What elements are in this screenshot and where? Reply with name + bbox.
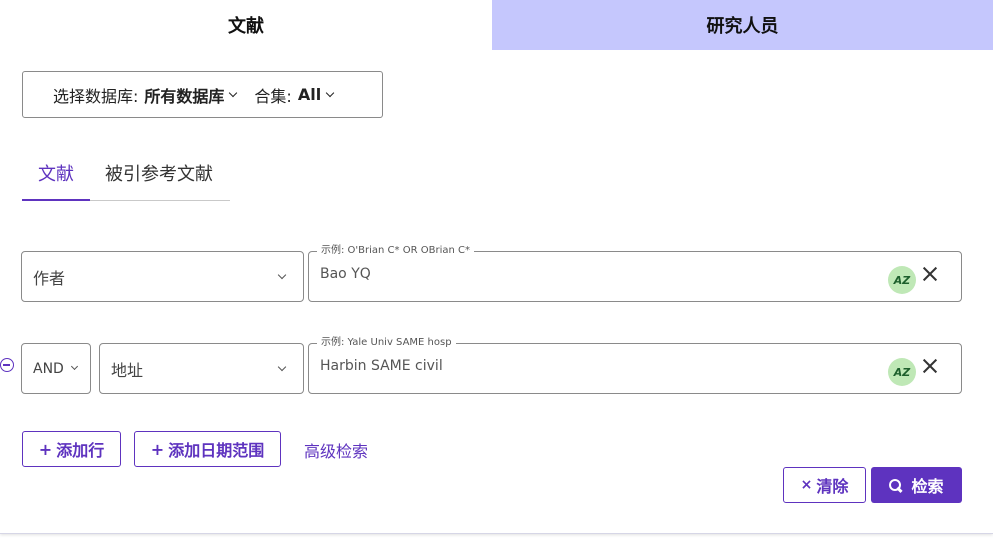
search-label: 检索 bbox=[911, 477, 944, 496]
database-dropdown[interactable]: 选择数据库: 所有数据库 bbox=[53, 83, 238, 107]
plus-icon: + bbox=[38, 439, 53, 459]
clear-label: 清除 bbox=[816, 477, 849, 496]
chevron-down-icon bbox=[277, 270, 287, 280]
close-icon: × bbox=[800, 477, 813, 493]
operator-label: AND bbox=[33, 360, 64, 377]
input-value: Harbin SAME civil bbox=[320, 358, 443, 374]
search-card: 文献 研究人员 选择数据库: 所有数据库 合集: All 文献 被引参考文献 作… bbox=[0, 0, 993, 534]
search-input-author[interactable]: 示例: O'Brian C* OR OBrian C* Bao YQ AZ bbox=[308, 244, 962, 302]
add-row-button[interactable]: + 添加行 bbox=[22, 431, 121, 467]
collection-dropdown[interactable]: 合集: All bbox=[254, 83, 335, 107]
input-value: Bao YQ bbox=[320, 266, 371, 282]
operator-select[interactable]: AND bbox=[21, 343, 91, 394]
field-select-label: 作者 bbox=[33, 268, 66, 288]
search-type-tabs: 文献 被引参考文献 bbox=[22, 150, 230, 201]
subtab-cited-references[interactable]: 被引参考文献 bbox=[105, 150, 213, 200]
database-value: 所有数据库 bbox=[144, 86, 225, 106]
search-input-address[interactable]: 示例: Yale Univ SAME hosp Harbin SAME civi… bbox=[308, 336, 962, 394]
add-row-label: 添加行 bbox=[56, 441, 105, 460]
search-button[interactable]: 检索 bbox=[871, 467, 962, 503]
field-select-label: 地址 bbox=[111, 360, 144, 380]
database-label: 选择数据库: bbox=[53, 86, 139, 106]
field-select-address[interactable]: 地址 bbox=[99, 343, 304, 394]
advanced-search-link[interactable]: 高级检索 bbox=[304, 438, 368, 462]
database-selector: 选择数据库: 所有数据库 合集: All bbox=[22, 71, 383, 118]
clear-button[interactable]: × 清除 bbox=[783, 467, 866, 503]
add-date-range-button[interactable]: + 添加日期范围 bbox=[134, 431, 281, 467]
plus-icon: + bbox=[150, 439, 165, 459]
add-date-range-label: 添加日期范围 bbox=[168, 441, 265, 460]
chevron-down-icon bbox=[229, 88, 238, 97]
tab-researchers[interactable]: 研究人员 bbox=[492, 0, 993, 50]
chevron-down-icon bbox=[325, 88, 335, 97]
input-hint: 示例: O'Brian C* OR OBrian C* bbox=[317, 244, 474, 258]
input-hint: 示例: Yale Univ SAME hosp bbox=[317, 336, 456, 350]
az-index-icon[interactable]: AZ bbox=[888, 266, 916, 294]
subtab-documents[interactable]: 文献 bbox=[22, 150, 90, 201]
collection-label: 合集: bbox=[254, 86, 292, 106]
clear-field-icon[interactable] bbox=[921, 265, 939, 283]
clear-field-icon[interactable] bbox=[921, 357, 939, 375]
collection-value: All bbox=[297, 85, 322, 104]
tab-documents[interactable]: 文献 bbox=[0, 0, 492, 50]
chevron-down-icon bbox=[277, 362, 287, 372]
remove-row-icon[interactable] bbox=[0, 358, 14, 372]
search-icon bbox=[889, 479, 902, 491]
az-index-icon[interactable]: AZ bbox=[888, 358, 916, 386]
chevron-down-icon bbox=[70, 362, 79, 371]
field-select-author[interactable]: 作者 bbox=[21, 251, 304, 302]
